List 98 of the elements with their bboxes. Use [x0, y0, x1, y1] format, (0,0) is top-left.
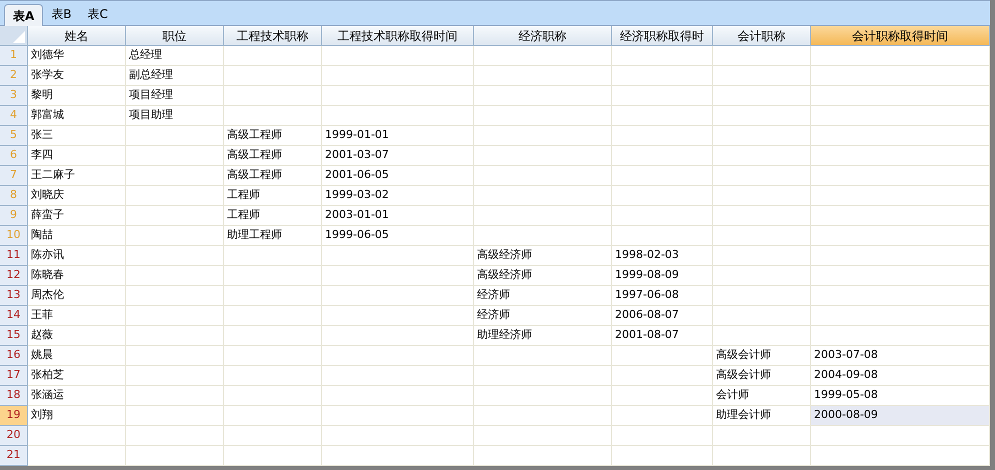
column-header[interactable]: 姓名	[28, 26, 126, 46]
select-all-corner[interactable]	[0, 26, 28, 46]
column-header[interactable]: 职位	[126, 26, 224, 46]
sheet-tab[interactable]: 表B	[43, 3, 80, 25]
table-cell: 刘德华	[28, 46, 126, 66]
row-number: 16	[6, 347, 20, 364]
table-cell: 张学友	[28, 66, 126, 86]
column-header[interactable]: 经济职称	[474, 26, 612, 46]
row-header[interactable]: 11	[0, 246, 28, 266]
row-number: 11	[6, 247, 20, 264]
row-number: 6	[10, 147, 17, 164]
table-cell: 项目经理	[126, 86, 224, 106]
column-header[interactable]: 会计职称取得时间	[811, 26, 990, 46]
table-cell: 2004-09-08	[811, 366, 990, 386]
table-cell: 助理工程师	[224, 226, 322, 246]
table-cell: 1999-05-08	[811, 386, 990, 406]
table-cell: 高级经济师	[474, 246, 612, 266]
row-number: 13	[6, 287, 20, 304]
row-number: 9	[10, 207, 17, 224]
table-cell: 周杰伦	[28, 286, 126, 306]
table-cell: 高级经济师	[474, 266, 612, 286]
sheet-tab[interactable]: 表A	[4, 4, 44, 26]
row-header[interactable]: 21	[0, 446, 28, 466]
table-cell: 赵薇	[28, 326, 126, 346]
table-cell: 李四	[28, 146, 126, 166]
table-cell: 总经理	[126, 46, 224, 66]
table-cell: 工程师	[224, 206, 322, 226]
table-cell: 高级会计师	[713, 346, 811, 366]
table-cell: 姚晨	[28, 346, 126, 366]
table-cell: 王二麻子	[28, 166, 126, 186]
row-number: 7	[10, 167, 17, 184]
table-cell: 会计师	[713, 386, 811, 406]
row-number: 20	[6, 427, 20, 444]
row-header[interactable]: 16	[0, 346, 28, 366]
table-cell: 2003-07-08	[811, 346, 990, 366]
table-cell: 陈亦讯	[28, 246, 126, 266]
table-cell: 2006-08-07	[612, 306, 713, 326]
table-cell: 高级工程师	[224, 166, 322, 186]
row-number: 21	[6, 447, 20, 464]
table-cell: 1999-06-05	[322, 226, 474, 246]
column-header[interactable]: 工程技术职称	[224, 26, 322, 46]
row-header[interactable]: 19	[0, 406, 28, 426]
table-cell: 1999-08-09	[612, 266, 713, 286]
row-number: 5	[10, 127, 17, 144]
row-number: 17	[6, 367, 20, 384]
row-header[interactable]: 17	[0, 366, 28, 386]
row-header[interactable]: 15	[0, 326, 28, 346]
table-cell: 陶喆	[28, 226, 126, 246]
table-cell: 经济师	[474, 286, 612, 306]
row-number: 14	[6, 307, 20, 324]
table-cell: 薛蛮子	[28, 206, 126, 226]
table-cell: 1999-03-02	[322, 186, 474, 206]
table-cell: 刘翔	[28, 406, 126, 426]
corner-triangle-icon	[13, 31, 25, 43]
table-cell: 高级工程师	[224, 126, 322, 146]
column-header[interactable]: 经济职称取得时	[612, 26, 713, 46]
row-number: 1	[10, 47, 17, 64]
row-number: 18	[6, 387, 20, 404]
row-number: 8	[10, 187, 17, 204]
row-header[interactable]: 13	[0, 286, 28, 306]
row-header[interactable]: 12	[0, 266, 28, 286]
table-cell: 2001-03-07	[322, 146, 474, 166]
table-cell: 郭富城	[28, 106, 126, 126]
row-header[interactable]: 14	[0, 306, 28, 326]
column-header[interactable]: 工程技术职称取得时间	[322, 26, 474, 46]
table-cell: 副总经理	[126, 66, 224, 86]
table-cell: 工程师	[224, 186, 322, 206]
row-number: 3	[10, 87, 17, 104]
table-cell: 2000-08-09	[811, 406, 990, 426]
row-header[interactable]: 18	[0, 386, 28, 406]
table-cell: 1998-02-03	[612, 246, 713, 266]
table-cell: 高级会计师	[713, 366, 811, 386]
table-cell: 1999-01-01	[322, 126, 474, 146]
row-number: 2	[10, 67, 17, 84]
table-cell: 张柏芝	[28, 366, 126, 386]
table-cell: 1997-06-08	[612, 286, 713, 306]
table-cell: 2003-01-01	[322, 206, 474, 226]
table-cell: 助理经济师	[474, 326, 612, 346]
table-cell: 项目助理	[126, 106, 224, 126]
row-number: 19	[6, 407, 20, 424]
table-cell: 2001-06-05	[322, 166, 474, 186]
sheet-tab[interactable]: 表C	[80, 3, 116, 25]
table-cell: 王菲	[28, 306, 126, 326]
row-header[interactable]: 20	[0, 426, 28, 446]
table-cell: 刘晓庆	[28, 186, 126, 206]
table-cell: 黎明	[28, 86, 126, 106]
table-cell: 2001-08-07	[612, 326, 713, 346]
row-number: 15	[6, 327, 20, 344]
table-cell: 陈晓春	[28, 266, 126, 286]
table-cell: 助理会计师	[713, 406, 811, 426]
table-cell: 高级工程师	[224, 146, 322, 166]
table-cell: 张三	[28, 126, 126, 146]
row-number: 10	[6, 227, 20, 244]
row-number: 4	[10, 107, 17, 124]
row-number: 12	[6, 267, 20, 284]
table-cell: 经济师	[474, 306, 612, 326]
table-cell: 张涵运	[28, 386, 126, 406]
column-header[interactable]: 会计职称	[713, 26, 811, 46]
